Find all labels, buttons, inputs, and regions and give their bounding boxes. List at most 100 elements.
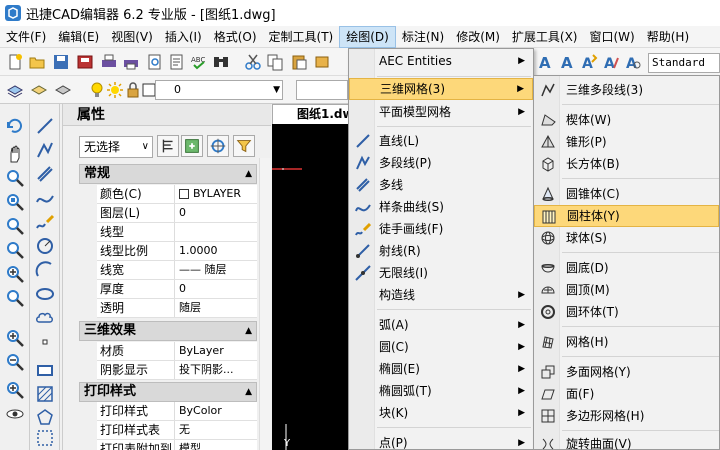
menu-item-spline[interactable]: 样条曲线(S) xyxy=(349,196,533,218)
new-file-icon[interactable] xyxy=(6,53,24,71)
prop-row-linetype[interactable]: 线型 xyxy=(97,223,257,242)
text-style-icon[interactable]: A xyxy=(536,53,554,71)
menu-format[interactable]: 格式(O) xyxy=(208,26,263,48)
menu-item-block[interactable]: 块(K) ▶ xyxy=(349,402,533,424)
polygon-icon[interactable] xyxy=(35,408,55,428)
menu-item-arc[interactable]: 弧(A) ▶ xyxy=(349,314,533,336)
cut-icon[interactable] xyxy=(244,53,262,71)
zoom-out-icon[interactable] xyxy=(5,352,25,372)
prop-row-ltscale[interactable]: 线型比例 1.0000 xyxy=(97,242,257,261)
prop-row-plot-table[interactable]: 打印样式表 无 xyxy=(97,421,257,440)
polyline-icon[interactable] xyxy=(35,140,55,160)
prop-row-material[interactable]: 材质 ByLayer xyxy=(97,342,257,361)
zoom-previous-icon[interactable] xyxy=(5,216,25,236)
menu-file[interactable]: 文件(F) xyxy=(0,26,52,48)
section-plot-style[interactable]: 打印样式 ▲ xyxy=(79,382,257,402)
point-icon[interactable] xyxy=(35,332,55,352)
quick-select-icon[interactable] xyxy=(181,135,203,157)
text-find-icon[interactable]: A xyxy=(624,53,642,71)
layer-previous-icon[interactable] xyxy=(54,81,72,99)
menu-item-elliptical-arc[interactable]: 椭圆弧(T) ▶ xyxy=(349,380,533,402)
edit-text-icon[interactable]: A xyxy=(602,53,620,71)
zoom-realtime-icon[interactable] xyxy=(5,168,25,188)
match-properties-icon[interactable] xyxy=(314,53,332,71)
color-combo[interactable] xyxy=(296,80,348,100)
zoom-scale-icon[interactable] xyxy=(5,288,25,308)
menu-item-line[interactable]: 直线(L) xyxy=(349,130,533,152)
revision-cloud-icon[interactable] xyxy=(35,308,55,328)
zoom-in-icon[interactable] xyxy=(5,264,25,284)
prop-row-shadow[interactable]: 阴影显示 投下阴影... xyxy=(97,361,257,380)
multiline-icon[interactable] xyxy=(35,164,55,184)
toggle-pickadd-icon[interactable] xyxy=(157,135,179,157)
zoom-in-plus-icon[interactable] xyxy=(5,328,25,348)
menu-insert[interactable]: 插入(I) xyxy=(159,26,208,48)
menu-item-torus[interactable]: 圆环体(T) xyxy=(534,301,719,323)
light-bulb-icon[interactable] xyxy=(88,81,106,99)
print-preview-icon[interactable] xyxy=(146,53,164,71)
text-style-combo[interactable]: Standard xyxy=(648,53,720,73)
selection-combo[interactable]: 无选择 ∨ xyxy=(79,136,153,158)
menu-item-aec[interactable]: AEC Entities ▶ xyxy=(349,50,533,72)
menu-item-multiline[interactable]: 多线 xyxy=(349,174,533,196)
select-objects-icon[interactable] xyxy=(207,135,229,157)
menu-item-circle[interactable]: 圆(C) ▶ xyxy=(349,336,533,358)
drawing-tab[interactable]: 图纸1.dwg xyxy=(272,104,350,124)
prop-row-color[interactable]: 颜色(C) BYLAYER xyxy=(97,185,257,204)
menu-item-dish[interactable]: 圆底(D) xyxy=(534,257,719,279)
circle-icon[interactable] xyxy=(35,236,55,256)
menu-item-ellipse[interactable]: 椭圆(E) ▶ xyxy=(349,358,533,380)
menu-item-revsurf[interactable]: 旋转曲面(V) xyxy=(534,433,719,450)
menu-item-point[interactable]: 点(P) ▶ xyxy=(349,432,533,450)
menu-dimension[interactable]: 标注(N) xyxy=(396,26,450,48)
menu-item-sphere[interactable]: 球体(S) xyxy=(534,227,719,249)
spline-icon[interactable] xyxy=(35,188,55,208)
prop-row-lineweight[interactable]: 线宽 —— 随层 xyxy=(97,261,257,280)
region-icon[interactable] xyxy=(35,428,55,448)
pan-hand-icon[interactable] xyxy=(5,144,25,164)
spellcheck-icon[interactable]: ABC xyxy=(190,53,208,71)
layer-manager-icon[interactable] xyxy=(6,81,24,99)
menu-item-cone[interactable]: 圆锥体(C) xyxy=(534,183,719,205)
prop-row-thickness[interactable]: 厚度 0 xyxy=(97,280,257,299)
sun-freeze-icon[interactable] xyxy=(106,81,124,99)
plot-icon[interactable] xyxy=(122,53,140,71)
filter-icon[interactable] xyxy=(233,135,255,157)
section-general[interactable]: 常规 ▲ xyxy=(79,164,257,184)
open-folder-icon[interactable] xyxy=(28,53,46,71)
menu-extend[interactable]: 扩展工具(X) xyxy=(506,26,584,48)
menu-item-cylinder[interactable]: 圆柱体(Y) xyxy=(534,205,719,227)
aerial-view-icon[interactable] xyxy=(5,404,25,424)
menu-item-3dpoly[interactable]: 三维多段线(3) xyxy=(534,79,719,101)
text-icon[interactable]: A xyxy=(558,53,576,71)
line-icon[interactable] xyxy=(35,116,55,136)
menu-item-dome[interactable]: 圆顶(M) xyxy=(534,279,719,301)
menu-modify[interactable]: 修改(M) xyxy=(450,26,506,48)
orbit-icon[interactable] xyxy=(5,116,25,136)
prop-row-transparency[interactable]: 透明 随层 xyxy=(97,299,257,318)
hatch-icon[interactable] xyxy=(35,384,55,404)
menu-item-3d-mesh[interactable]: 三维网格(3) ▶ xyxy=(349,78,533,100)
menu-item-mesh[interactable]: 网格(H) xyxy=(534,331,719,353)
print-icon[interactable] xyxy=(100,53,118,71)
menu-item-wedge[interactable]: 楔体(W) xyxy=(534,109,719,131)
menu-item-ray[interactable]: 射线(R) xyxy=(349,240,533,262)
menu-item-construction[interactable]: 构造线 ▶ xyxy=(349,284,533,306)
menu-item-freehand[interactable]: 徒手画线(F) xyxy=(349,218,533,240)
section-3d-effects[interactable]: 三维效果 ▲ xyxy=(79,321,257,341)
menu-item-polyface-mesh[interactable]: 多面网格(Y) xyxy=(534,361,719,383)
prop-row-plot-style[interactable]: 打印样式 ByColor xyxy=(97,402,257,421)
zoom-window-icon[interactable] xyxy=(5,192,25,212)
freehand-icon[interactable] xyxy=(35,212,55,232)
find-icon[interactable] xyxy=(212,53,230,71)
menu-item-polygon-mesh[interactable]: 多边形网格(H) xyxy=(534,405,719,427)
menu-view[interactable]: 视图(V) xyxy=(105,26,159,48)
menu-item-planar-mesh[interactable]: 平面模型网格 ▶ xyxy=(349,101,533,123)
menu-item-face[interactable]: 面(F) xyxy=(534,383,719,405)
ellipse-icon[interactable] xyxy=(35,284,55,304)
zoom-extents-icon[interactable] xyxy=(5,240,25,260)
zoom-all-icon[interactable] xyxy=(5,380,25,400)
menu-item-pyramid[interactable]: 锥形(P) xyxy=(534,131,719,153)
prop-row-plot-attached[interactable]: 打印表附加到 模型 xyxy=(97,440,257,450)
rectangle-icon[interactable] xyxy=(35,360,55,380)
